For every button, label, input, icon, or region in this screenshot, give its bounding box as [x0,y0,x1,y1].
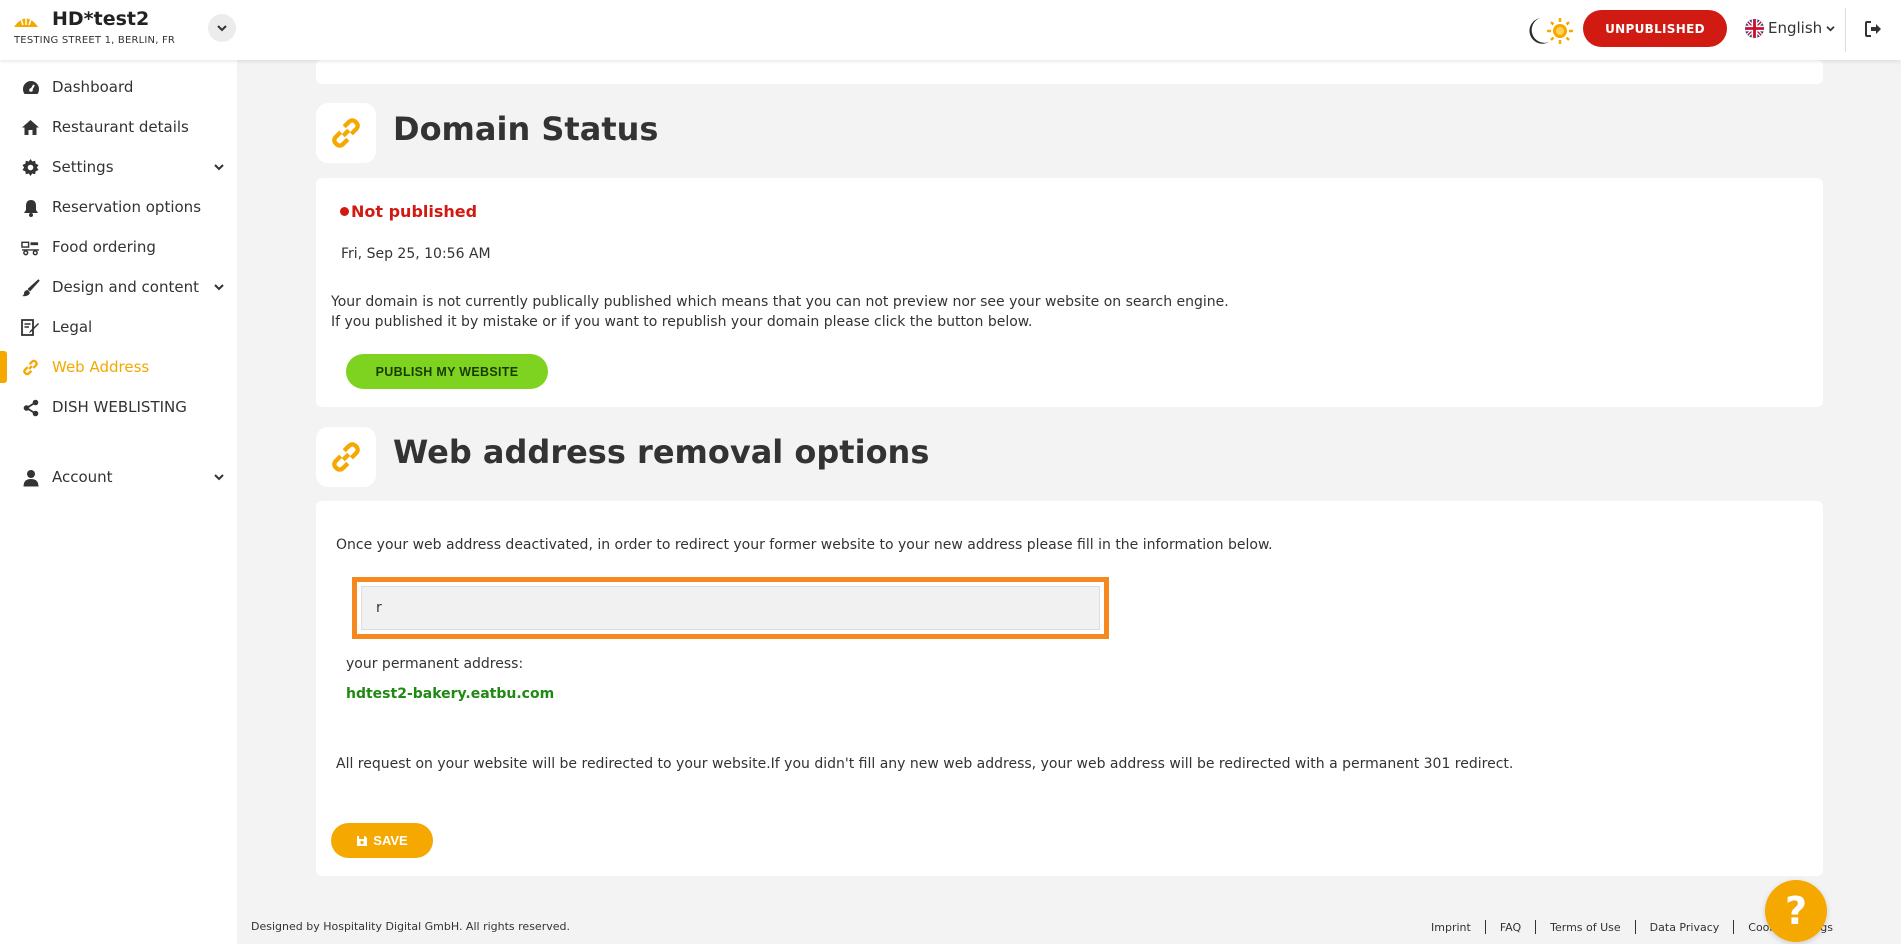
sidebar-item-label: Food ordering [52,238,156,256]
sidebar-item-label: Restaurant details [52,118,189,136]
new-web-address-input[interactable] [361,586,1100,630]
domain-status-description-2: If you published it by mistake or if you… [331,314,1033,330]
domain-status-description-1: Your domain is not currently publically … [331,294,1229,310]
topbar-divider [1845,8,1846,52]
sidebar-item-label: Web Address [52,358,150,376]
footer-divider [1535,920,1537,934]
top-bar: HD*test2 TESTING STREET 1, BERLIN, FR UN… [0,0,1901,60]
restaurant-address: TESTING STREET 1, BERLIN, FR [14,35,176,46]
publish-website-button[interactable]: PUBLISH MY WEBSITE [346,354,548,389]
sidebar-item-legal[interactable]: Legal [0,307,237,347]
sidebar-item-label: DISH WEBLISTING [52,398,187,416]
domain-status-section-icon [316,103,376,163]
sidebar-item-label: Design and content [52,278,199,296]
user-icon [21,468,40,487]
footer-divider [1484,920,1486,934]
domain-status-text: Not published [351,202,478,221]
moon-sun-icon [1529,18,1573,44]
uk-flag-icon [1745,18,1764,38]
footer-divider [1634,920,1636,934]
sidebar-item-label: Account [52,468,113,486]
chevron-down-icon [214,284,224,291]
domain-status-label: Not published [340,202,477,221]
dashboard-icon [21,78,40,97]
sidebar-item-label: Settings [52,158,114,176]
sidebar-item-restaurant-details[interactable]: Restaurant details [0,107,237,147]
sidebar-item-account[interactable]: Account [0,457,237,497]
footer-copyright: Designed by Hospitality Digital GmbH. Al… [251,920,570,933]
chevron-down-icon [214,164,224,171]
permanent-address-label: your permanent address: [346,656,524,672]
footer-link-privacy[interactable]: Data Privacy [1650,921,1720,934]
language-selector[interactable]: English [1745,16,1835,40]
chevron-down-icon [1826,25,1835,31]
permanent-address-value: hdtest2-bakery.eatbu.com [346,686,555,702]
question-mark-icon: ? [1784,889,1808,933]
sidebar-item-label: Dashboard [52,78,134,96]
food-ordering-icon [21,238,40,257]
removal-intro: Once your web address deactivated, in or… [336,537,1273,553]
help-button[interactable]: ? [1765,880,1827,942]
theme-toggle[interactable] [1516,12,1576,48]
sidebar-item-web-address[interactable]: Web Address [0,347,237,387]
save-button-label: SAVE [373,833,408,848]
domain-status-title: Domain Status [393,110,659,148]
sidebar-item-reservation-options[interactable]: Reservation options [0,187,237,227]
chevron-down-icon [214,474,224,481]
sidebar-item-design-and-content[interactable]: Design and content [0,267,237,307]
footer-link-faq[interactable]: FAQ [1500,921,1521,934]
restaurant-name: HD*test2 [52,8,150,30]
link-icon [332,118,360,148]
unpublished-status-button[interactable]: UNPUBLISHED [1583,10,1727,47]
removal-title: Web address removal options [393,433,930,471]
floppy-disk-icon [357,835,368,846]
logout-icon [1865,21,1881,37]
bread-logo-icon [14,17,38,27]
sidebar-item-label: Reservation options [52,198,202,216]
status-dot-icon [340,207,349,216]
link-icon [332,442,360,472]
footer-link-imprint[interactable]: Imprint [1431,921,1471,934]
home-icon [21,118,40,137]
share-icon [21,398,40,417]
brush-icon [21,278,40,297]
legal-icon [21,318,40,337]
sidebar-item-settings[interactable]: Settings [0,147,237,187]
domain-status-date: Fri, Sep 25, 10:56 AM [341,246,491,262]
chevron-down-icon [217,25,227,32]
logout-button[interactable] [1862,18,1884,40]
redirect-note: All request on your website will be redi… [336,756,1514,772]
link-icon [21,358,40,377]
save-button[interactable]: SAVE [331,823,433,858]
sidebar-item-food-ordering[interactable]: Food ordering [0,227,237,267]
footer-link-terms[interactable]: Terms of Use [1550,921,1621,934]
sidebar-item-label: Legal [52,318,93,336]
gear-icon [21,158,40,177]
previous-section-card [316,60,1823,84]
footer-divider [1733,920,1735,934]
language-label: English [1768,19,1823,37]
removal-section-icon [316,427,376,487]
redirect-input-highlight [352,577,1109,639]
sidebar: Dashboard Restaurant details Settings Re… [0,60,237,944]
sidebar-item-dish-weblisting[interactable]: DISH WEBLISTING [0,387,237,427]
sidebar-item-dashboard[interactable]: Dashboard [0,67,237,107]
bell-icon [21,198,40,217]
restaurant-switcher-button[interactable] [208,14,236,42]
